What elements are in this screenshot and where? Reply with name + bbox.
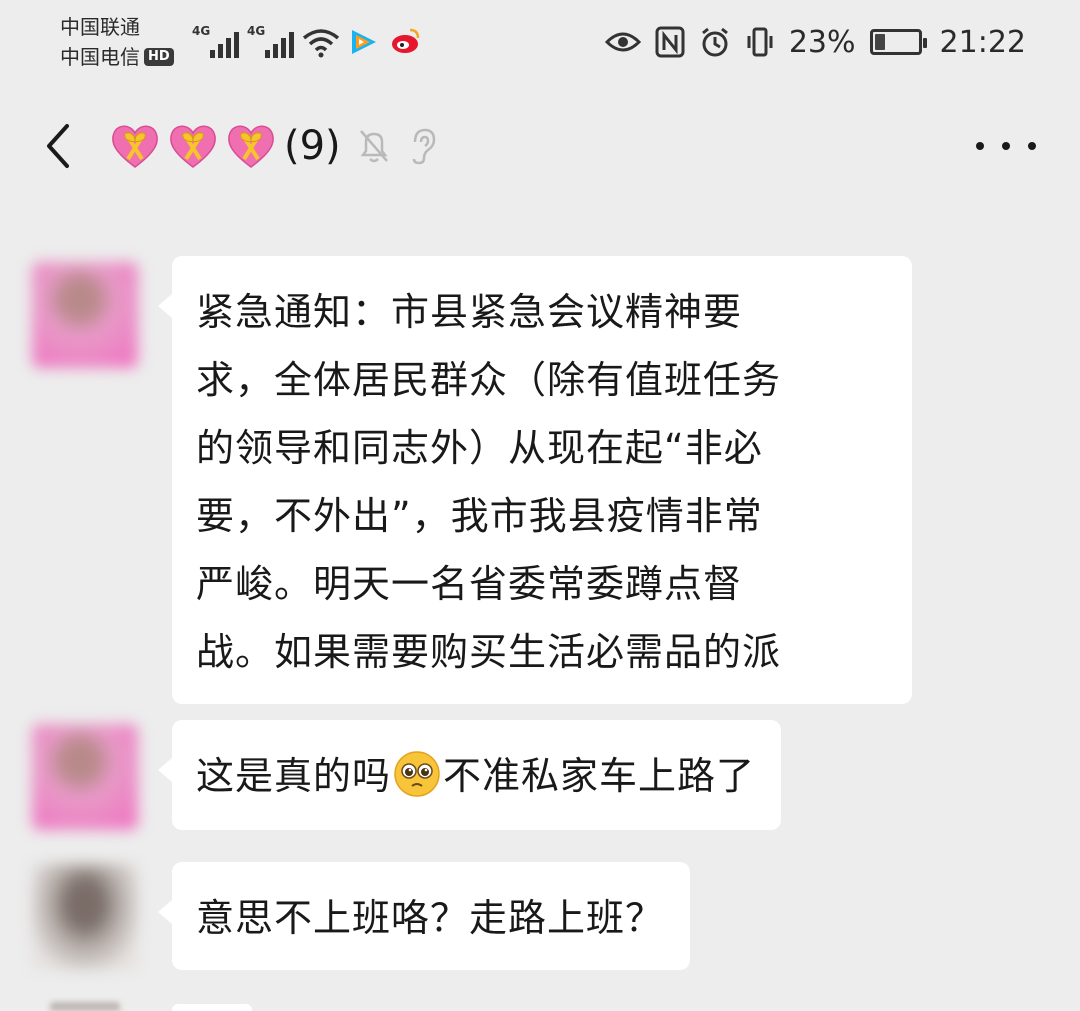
- signal-group: 4G 4G: [192, 22, 422, 58]
- nfc-icon: [655, 26, 685, 58]
- status-bar: 中国联通 中国电信 HD 4G 4G 23% 21:22: [0, 0, 1080, 86]
- more-icon: [976, 142, 984, 150]
- carrier-info: 中国联通 中国电信 HD: [60, 12, 174, 72]
- pleading-face-emoji: [394, 751, 440, 797]
- clock: 21:22: [939, 24, 1026, 60]
- message-bubble[interactable]: 意思不上班咯？走路上班？: [157, 862, 691, 970]
- carrier-1-label: 中国联通: [60, 15, 140, 39]
- eye-icon: [604, 30, 641, 54]
- battery-percent: 23%: [788, 24, 856, 60]
- alarm-icon: [699, 26, 731, 58]
- message-text-line: 战。如果需要购买生活必需品的派: [196, 630, 782, 674]
- wifi-icon: [302, 28, 340, 58]
- network-type-1: 4G: [192, 24, 211, 38]
- avatar[interactable]: [32, 724, 138, 830]
- avatar[interactable]: [32, 262, 138, 368]
- message-text: 意思不上班咯？走路上班？: [196, 896, 665, 940]
- carrier-2-label: 中国电信: [60, 45, 140, 69]
- member-count: (9): [284, 123, 341, 169]
- message-bubble: [172, 1004, 252, 1011]
- ear-icon: [407, 126, 437, 166]
- avatar[interactable]: [32, 864, 138, 970]
- message-text-line: 紧急通知：市县紧急会议精神要: [196, 290, 743, 334]
- back-icon: [47, 124, 69, 168]
- message-text: 这是真的吗 不准私家车上路了: [196, 742, 755, 810]
- message-bubble[interactable]: 紧急通知：市县紧急会议精神要 求，全体居民群众（除有值班任务 的领导和同志外）从…: [158, 256, 912, 704]
- message-text-before-emoji: 这是真的吗: [196, 754, 392, 798]
- tencent-video-icon: [348, 26, 380, 58]
- message-text-line: 的领导和同志外）从现在起“非必: [196, 426, 763, 470]
- message-text-line: 严峻。明天一名省委常委蹲点督: [196, 562, 743, 606]
- back-button[interactable]: [30, 118, 86, 174]
- network-type-2: 4G: [247, 24, 266, 38]
- system-status: 23% 21:22: [604, 22, 1026, 62]
- signal-icon: 4G: [247, 24, 294, 58]
- gift-heart-emoji: [112, 125, 158, 168]
- chat-title-bar: (9): [0, 96, 1080, 200]
- battery-fill: [874, 34, 886, 50]
- gift-heart-emoji: [170, 125, 216, 168]
- message-text-after-emoji: 不准私家车上路了: [443, 754, 756, 798]
- gift-heart-emoji: [228, 125, 274, 168]
- chat-title[interactable]: (9): [108, 114, 437, 178]
- vibrate-icon: [745, 26, 775, 58]
- mute-icon: [357, 127, 391, 165]
- hd-badge: HD: [144, 48, 174, 66]
- message-text-line: 求，全体居民群众（除有值班任务: [196, 358, 782, 402]
- avatar: [50, 1002, 120, 1011]
- battery-icon: [869, 29, 927, 55]
- more-button[interactable]: [976, 124, 1036, 168]
- message-bubble[interactable]: 这是真的吗 不准私家车上路了: [157, 720, 782, 830]
- weibo-icon: [388, 26, 422, 58]
- signal-icon: 4G: [192, 24, 239, 58]
- message-text-line: 要，不外出”，我市我县疫情非常: [196, 494, 763, 538]
